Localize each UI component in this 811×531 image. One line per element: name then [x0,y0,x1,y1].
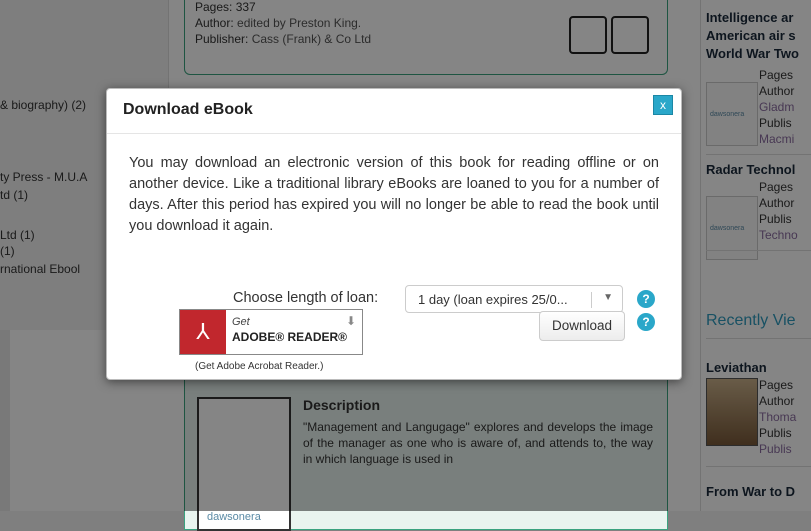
loan-selected-value: 1 day (loan expires 25/0... [418,292,568,307]
dialog-message: You may download an electronic version o… [129,155,659,234]
adobe-caption: (Get Adobe Acrobat Reader.) [195,361,324,372]
download-arrow-icon: ⬇ [345,314,356,328]
download-button[interactable]: Download [539,311,625,341]
dialog-title: Download eBook [123,101,253,118]
help-icon[interactable]: ? [637,290,655,308]
loan-length-label: Choose length of loan: [233,290,379,306]
divider [107,133,681,134]
chevron-down-icon: ▼ [603,292,613,303]
close-button[interactable]: x [653,95,673,115]
select-separator [591,292,592,308]
adobe-product-name: ADOBE® READER® [232,330,348,344]
download-ebook-dialog: Download eBook x You may download an ele… [106,88,682,380]
get-adobe-reader-button[interactable]: ⅄ Get ADOBE® READER® ⬇ [179,309,363,355]
loan-length-select[interactable]: 1 day (loan expires 25/0... ▼ [405,285,623,313]
help-icon[interactable]: ? [637,313,655,331]
adobe-get-text: Get [232,316,250,328]
cover-logo: dawsonera [207,511,261,523]
adobe-logo-icon: ⅄ [180,310,226,354]
